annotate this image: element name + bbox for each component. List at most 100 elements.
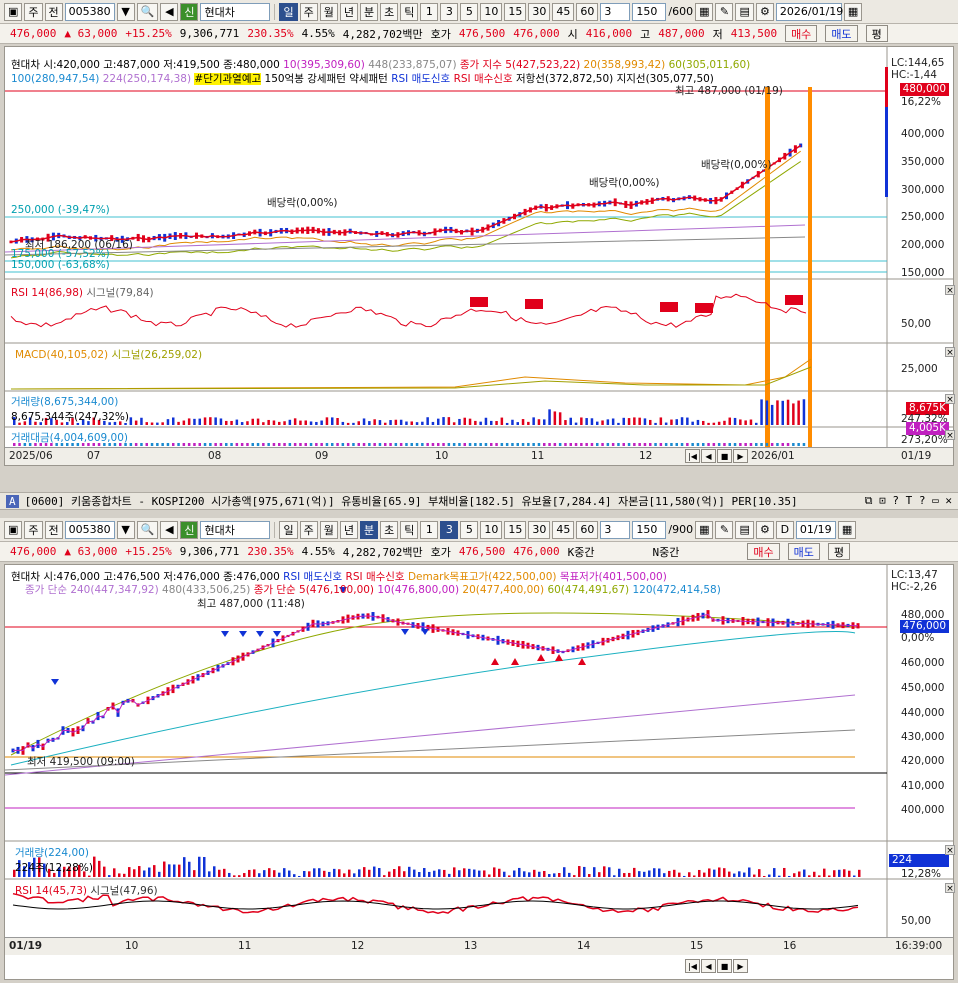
amount-close-icon[interactable]: × — [945, 430, 955, 441]
calendar-icon[interactable]: ▦ — [837, 520, 857, 539]
nav-first-icon[interactable]: |◀ — [685, 449, 700, 463]
volume-bar — [447, 417, 451, 425]
stock-name[interactable]: 현대차 — [200, 2, 271, 21]
period-year[interactable]: 년 — [339, 520, 358, 539]
avg-button[interactable]: 평 — [865, 25, 888, 42]
bottom-titlebar: A [0600] 키움종합차트 - KOSPI200 시가총액[975,671(… — [0, 492, 958, 510]
sell-button[interactable]: 매도 — [787, 543, 820, 560]
period-day[interactable]: 일 — [279, 2, 298, 21]
legend-rsi-buy: RSI 매수신호 — [453, 73, 513, 85]
sell-button[interactable]: 매도 — [825, 25, 858, 42]
nav-stop-icon[interactable]: ■ — [717, 449, 732, 463]
volume-bar — [438, 869, 441, 877]
interval-30[interactable]: 30 — [528, 520, 551, 539]
amount-bar — [744, 443, 747, 446]
interval-1[interactable]: 1 — [420, 2, 439, 21]
window-icon[interactable]: ▣ — [4, 2, 23, 21]
period-tick[interactable]: 틱 — [400, 2, 419, 21]
period-second[interactable]: 초 — [380, 520, 399, 539]
dropdown-icon[interactable]: ▼ — [116, 2, 135, 21]
interval-10[interactable]: 10 — [480, 520, 503, 539]
period-week[interactable]: 주 — [299, 520, 318, 539]
code-input[interactable]: 005380 — [64, 520, 115, 539]
save-icon[interactable]: ▤ — [735, 2, 754, 21]
window-icon[interactable]: ▣ — [4, 520, 23, 539]
interval-60[interactable]: 60 — [576, 2, 599, 21]
nav-next-icon[interactable]: ▶ — [733, 449, 748, 463]
interval-30[interactable]: 30 — [528, 2, 551, 21]
buy-button[interactable]: 매수 — [785, 25, 818, 42]
rsi-label: RSI 14(86,98) — [11, 287, 84, 299]
bars-input[interactable]: 150 — [632, 520, 667, 539]
sound-icon[interactable]: ◀ — [160, 520, 179, 539]
volume-close-icon[interactable]: × — [945, 394, 955, 405]
interval-15[interactable]: 15 — [504, 520, 527, 539]
gear-icon[interactable]: ⚙ — [755, 520, 774, 539]
volume-close-icon[interactable]: × — [945, 845, 955, 856]
macd-close-icon[interactable]: × — [945, 347, 955, 358]
bars-input[interactable]: 150 — [632, 2, 667, 21]
search-icon[interactable]: 🔍 — [136, 2, 159, 21]
interval-10[interactable]: 10 — [480, 2, 503, 21]
interval-45[interactable]: 45 — [552, 2, 575, 21]
period-second[interactable]: 초 — [380, 2, 399, 21]
market-select[interactable]: 주 — [24, 520, 43, 539]
tool-icon[interactable]: ✎ — [715, 520, 734, 539]
date-input[interactable]: 01/19 — [795, 520, 836, 539]
volume-bar — [638, 871, 641, 877]
dropdown-icon[interactable]: ▼ — [116, 520, 135, 539]
search-icon[interactable]: 🔍 — [136, 520, 159, 539]
volume-bar — [166, 419, 170, 425]
code-input[interactable]: 005380 — [64, 2, 115, 21]
volume-bar — [696, 419, 700, 425]
period-year[interactable]: 년 — [339, 2, 358, 21]
top-chart[interactable]: 현대차 시:420,000 고:487,000 저:419,500 종:480,… — [4, 46, 955, 466]
top-x-axis: 2025/06 07 08 09 10 11 12 2026/01 01/19 — [5, 447, 953, 465]
period-month[interactable]: 월 — [319, 520, 338, 539]
rsi-close-icon[interactable]: × — [945, 285, 955, 296]
grid-icon[interactable]: ▦ — [695, 2, 714, 21]
count-input[interactable]: 3 — [600, 2, 631, 21]
nav-next-icon[interactable]: ▶ — [733, 959, 748, 973]
interval-45[interactable]: 45 — [552, 520, 575, 539]
d-checkbox[interactable]: D — [775, 520, 794, 539]
interval-5[interactable]: 5 — [460, 520, 479, 539]
stock-name[interactable]: 현대차 — [200, 520, 271, 539]
window-controls[interactable]: ⧉ ⊡ ? T ? ▭ ✕ — [865, 494, 952, 508]
bottom-chart[interactable]: 현대차 시:476,000 고:476,500 저:476,000 종:476,… — [4, 564, 955, 980]
interval-60[interactable]: 60 — [576, 520, 599, 539]
rsi-close-icon[interactable]: × — [945, 883, 955, 894]
period-week[interactable]: 주 — [299, 2, 318, 21]
buy-button[interactable]: 매수 — [747, 543, 780, 560]
volume-bar — [203, 857, 206, 877]
market-select[interactable]: 주 — [24, 2, 43, 21]
nav-stop-icon[interactable]: ■ — [717, 959, 732, 973]
save-icon[interactable]: ▤ — [735, 520, 754, 539]
calendar-icon[interactable]: ▦ — [843, 2, 863, 21]
interval-5[interactable]: 5 — [460, 2, 479, 21]
nav-prev-icon[interactable]: ◀ — [701, 449, 716, 463]
period-day[interactable]: 일 — [279, 520, 298, 539]
gear-icon[interactable]: ⚙ — [755, 2, 774, 21]
interval-3[interactable]: 3 — [440, 2, 459, 21]
sound-icon[interactable]: ◀ — [160, 2, 179, 21]
count-input[interactable]: 3 — [600, 520, 631, 539]
period-month[interactable]: 월 — [319, 2, 338, 21]
period-minute[interactable]: 분 — [359, 2, 379, 21]
interval-3[interactable]: 3 — [440, 520, 459, 539]
date-input[interactable]: 2026/01/19 — [775, 2, 843, 21]
volume-bar — [293, 874, 296, 877]
amount-bar — [543, 443, 546, 446]
nav-first-icon[interactable]: |◀ — [685, 959, 700, 973]
tool-icon[interactable]: ✎ — [715, 2, 734, 21]
period-minute[interactable]: 분 — [359, 520, 379, 539]
rsi-tick: 50,00 — [901, 915, 932, 927]
all-button[interactable]: 전 — [44, 2, 63, 21]
interval-15[interactable]: 15 — [504, 2, 527, 21]
avg-button[interactable]: 평 — [827, 543, 850, 560]
all-button[interactable]: 전 — [44, 520, 63, 539]
grid-icon[interactable]: ▦ — [695, 520, 714, 539]
interval-1[interactable]: 1 — [420, 520, 439, 539]
nav-prev-icon[interactable]: ◀ — [701, 959, 716, 973]
period-tick[interactable]: 틱 — [400, 520, 419, 539]
